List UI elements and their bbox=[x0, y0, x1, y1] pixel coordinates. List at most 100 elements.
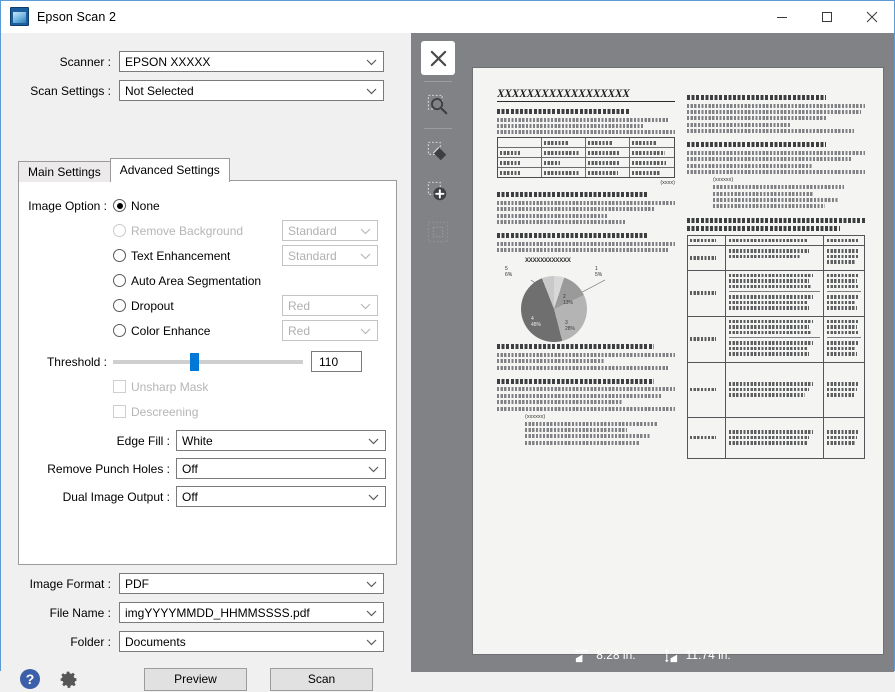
remove-background-select[interactable]: Standard bbox=[282, 220, 378, 241]
close-button[interactable] bbox=[849, 1, 894, 32]
edge-fill-label: Edge Fill : bbox=[116, 433, 170, 448]
table-row bbox=[688, 246, 864, 271]
scanner-label: Scanner : bbox=[59, 54, 111, 69]
chevron-down-icon bbox=[366, 52, 377, 73]
image-option-row-auto-area-segmentation: Auto Area Segmentation bbox=[19, 268, 396, 293]
width-value: 8.28 in. bbox=[596, 648, 636, 662]
minimize-button[interactable] bbox=[759, 1, 804, 32]
preview-pie-chart: XXXXXXXXXXXX 5 6% 1 5% 2 13% 3 28% 4 48% bbox=[497, 258, 675, 344]
preview-page[interactable]: XXXXXXXXXXXXXXXXXX (xxxx) XXXXXXXXXXXX 5… bbox=[473, 68, 883, 654]
pie-label-2: 2 13% bbox=[563, 294, 574, 307]
chevron-down-icon bbox=[366, 574, 377, 595]
height-icon bbox=[664, 648, 677, 662]
image-format-row: Image Format : PDF bbox=[1, 573, 411, 594]
remove-background-value: Standard bbox=[288, 223, 337, 238]
all-frames-icon[interactable] bbox=[421, 215, 455, 249]
chevron-down-icon bbox=[360, 246, 371, 267]
radio-remove-background[interactable] bbox=[113, 224, 126, 237]
scan-settings-select[interactable]: Not Selected bbox=[119, 80, 384, 101]
preview-big-table bbox=[687, 234, 865, 459]
preview-block bbox=[497, 233, 675, 253]
edge-fill-select[interactable]: White bbox=[176, 430, 386, 451]
radio-text-enhancement-label: Text Enhancement bbox=[131, 248, 231, 263]
image-option-label: Image Option : bbox=[28, 198, 107, 213]
gear-icon[interactable] bbox=[55, 666, 81, 692]
dropout-select[interactable]: Red bbox=[282, 295, 378, 316]
image-option-row-dropout: Dropout Red bbox=[19, 293, 396, 318]
radio-color-enhance[interactable] bbox=[113, 324, 126, 337]
remove-punch-holes-value: Off bbox=[182, 461, 198, 476]
scanner-select[interactable]: EPSON XXXXX bbox=[119, 51, 384, 72]
preview-block bbox=[497, 109, 675, 135]
threshold-slider[interactable] bbox=[113, 352, 303, 371]
radio-text-enhancement[interactable] bbox=[113, 249, 126, 262]
add-frame-icon[interactable] bbox=[421, 175, 455, 209]
preview-block bbox=[497, 378, 675, 411]
radio-auto-area-segmentation-label: Auto Area Segmentation bbox=[131, 273, 262, 288]
dual-image-output-select[interactable]: Off bbox=[176, 486, 386, 507]
checkbox-descreening-label: Descreening bbox=[131, 404, 199, 419]
tab-main-settings[interactable]: Main Settings bbox=[18, 161, 111, 182]
remove-punch-holes-row: Remove Punch Holes : Off bbox=[19, 456, 396, 481]
preview-doc-title: XXXXXXXXXXXXXXXXXX bbox=[497, 88, 675, 102]
chevron-down-icon bbox=[360, 321, 371, 342]
image-format-select[interactable]: PDF bbox=[119, 573, 384, 594]
chevron-down-icon bbox=[366, 603, 377, 624]
dropout-value: Red bbox=[288, 298, 311, 313]
dual-image-output-value: Off bbox=[182, 489, 198, 504]
zoom-icon[interactable] bbox=[421, 88, 455, 122]
dual-image-output-row: Dual Image Output : Off bbox=[19, 484, 396, 509]
help-icon[interactable]: ? bbox=[17, 666, 43, 692]
radio-dropout-label: Dropout bbox=[131, 298, 174, 313]
unsharp-mask-row: Unsharp Mask bbox=[19, 374, 396, 399]
checkbox-unsharp-mask[interactable] bbox=[113, 380, 126, 393]
radio-none[interactable] bbox=[113, 199, 126, 212]
table-row bbox=[498, 158, 674, 169]
image-option-row-remove-background: Remove Background Standard bbox=[19, 218, 396, 243]
table-row bbox=[498, 148, 674, 159]
preview-table-heading bbox=[687, 217, 865, 232]
window-title: Epson Scan 2 bbox=[37, 9, 117, 24]
checkbox-descreening[interactable] bbox=[113, 405, 126, 418]
text-enhancement-select[interactable]: Standard bbox=[282, 245, 378, 266]
table-row bbox=[688, 270, 864, 317]
dual-image-output-label: Dual Image Output : bbox=[62, 489, 170, 504]
folder-label: Folder : bbox=[70, 634, 111, 649]
folder-select[interactable]: Documents bbox=[119, 631, 384, 652]
svg-text:?: ? bbox=[26, 671, 35, 687]
radio-auto-area-segmentation[interactable] bbox=[113, 274, 126, 287]
chevron-down-icon bbox=[366, 81, 377, 102]
threshold-value-input[interactable]: 110 bbox=[311, 351, 362, 372]
preview-toolbar bbox=[419, 41, 457, 255]
table-row bbox=[688, 235, 864, 247]
tab-advanced-settings[interactable]: Advanced Settings bbox=[109, 158, 230, 182]
chevron-down-icon bbox=[366, 632, 377, 653]
maximize-button[interactable] bbox=[804, 1, 849, 32]
width-indicator: 8.28 in. bbox=[574, 648, 636, 663]
file-name-select[interactable]: imgYYYYMMDD_HHMMSSSS.pdf bbox=[119, 602, 384, 623]
color-enhance-select[interactable]: Red bbox=[282, 320, 378, 341]
radio-dropout[interactable] bbox=[113, 299, 126, 312]
checkbox-unsharp-mask-label: Unsharp Mask bbox=[131, 379, 209, 394]
scanner-row: Scanner : EPSON XXXXX bbox=[1, 51, 411, 72]
threshold-slider-thumb[interactable] bbox=[190, 352, 200, 371]
preview-status-bar: 8.28 in. 11.74 in. bbox=[411, 638, 894, 672]
preview-numbered-caption: (xxxxxx) bbox=[525, 413, 546, 420]
preview-block bbox=[687, 95, 865, 134]
chevron-down-icon bbox=[368, 459, 379, 480]
file-name-row: File Name : imgYYYYMMDD_HHMMSSSS.pdf bbox=[1, 602, 411, 623]
table-row bbox=[688, 362, 864, 418]
window-controls bbox=[759, 1, 894, 32]
close-preview-icon[interactable] bbox=[421, 41, 455, 75]
folder-row: Folder : Documents bbox=[1, 631, 411, 652]
rotate-icon[interactable] bbox=[421, 135, 455, 169]
remove-punch-holes-select[interactable]: Off bbox=[176, 458, 386, 479]
pie-label-4: 4 48% bbox=[531, 316, 542, 329]
pie-chart-graphic bbox=[521, 276, 587, 343]
radio-remove-background-label: Remove Background bbox=[131, 223, 244, 238]
height-value: 11.74 in. bbox=[685, 648, 731, 662]
pie-chart-title: XXXXXXXXXXXX bbox=[525, 258, 571, 265]
toolbar-divider bbox=[424, 81, 452, 82]
image-option-row-none: Image Option : None bbox=[19, 193, 396, 218]
settings-tabs: Main Settings Advanced Settings bbox=[18, 158, 230, 182]
